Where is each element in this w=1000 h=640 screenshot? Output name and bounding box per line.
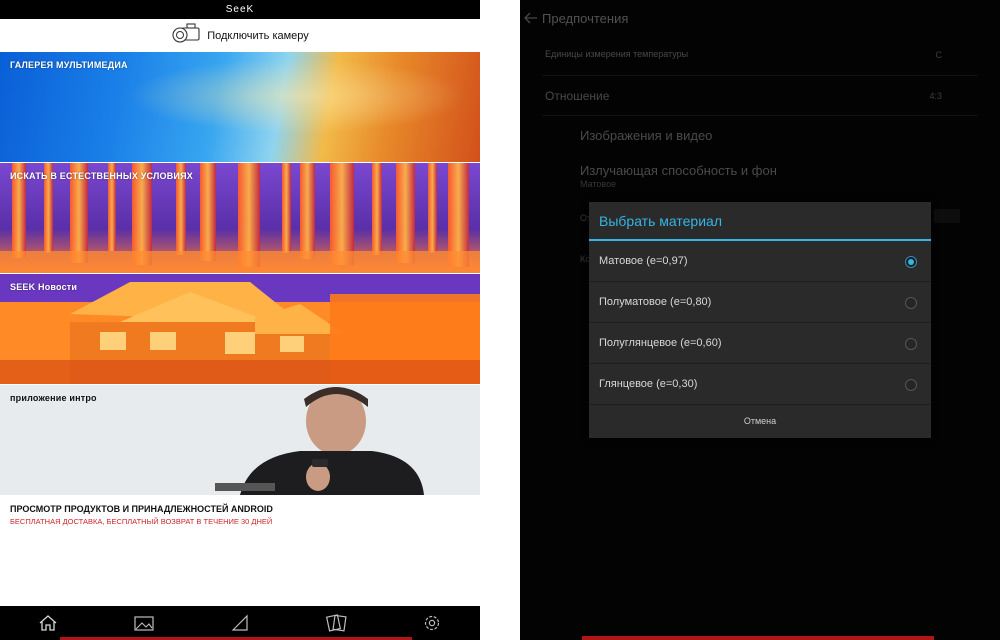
- gallery-icon: [134, 616, 154, 631]
- tile-seek-news[interactable]: SEEK Новости: [0, 274, 480, 384]
- seek-app-home-screen: SeeK Подключить камеру ГАЛЕРЕЯ МУЛЬТИМЕД…: [0, 0, 480, 640]
- option-label: Глянцевое (е=0,30): [599, 378, 698, 390]
- option-label: Матовое (е=0,97): [599, 255, 688, 267]
- tile-label: приложение интро: [10, 393, 97, 403]
- tile-outdoor-search[interactable]: ИСКАТЬ В ЕСТЕСТВЕННЫХ УСЛОВИЯХ: [0, 163, 480, 273]
- products-promo-banner[interactable]: ПРОСМОТР ПРОДУКТОВ И ПРИНАДЛЕЖНОСТЕЙ AND…: [0, 495, 480, 606]
- thermal-camera-icon: [171, 22, 201, 49]
- radio-selected-icon[interactable]: [905, 256, 917, 268]
- tile-media-gallery[interactable]: ГАЛЕРЕЯ МУЛЬТИМЕДИА: [0, 52, 480, 162]
- connect-camera-button[interactable]: Подключить камеру: [0, 19, 480, 52]
- radio-icon[interactable]: [905, 297, 917, 309]
- radio-icon[interactable]: [905, 338, 917, 350]
- nav-settings-button[interactable]: [412, 608, 452, 638]
- material-option-matte[interactable]: Матовое (е=0,97): [589, 241, 931, 282]
- material-option-semi-gloss[interactable]: Полуглянцевое (е=0,60): [589, 323, 931, 364]
- tile-app-intro-video[interactable]: приложение интро: [0, 385, 480, 495]
- bottom-navigation: [0, 606, 480, 640]
- ruler-icon: [231, 614, 248, 631]
- promo-subtitle: БЕСПЛАТНАЯ ДОСТАВКА, БЕСПЛАТНЫЙ ВОЗВРАТ …: [10, 517, 273, 526]
- cards-icon: [325, 614, 347, 632]
- option-label: Полуглянцевое (е=0,60): [599, 337, 722, 349]
- brand-logo: SeeK: [225, 4, 255, 15]
- connect-camera-label: Подключить камеру: [207, 29, 309, 42]
- material-option-gloss[interactable]: Глянцевое (е=0,30): [589, 364, 931, 405]
- tile-label: SEEK Новости: [10, 282, 78, 292]
- home-icon: [39, 615, 57, 631]
- promo-title: ПРОСМОТР ПРОДУКТОВ И ПРИНАДЛЕЖНОСТЕЙ AND…: [10, 504, 273, 514]
- gear-icon: [424, 615, 440, 631]
- nav-accent-bar: [582, 636, 934, 640]
- tile-label: ИСКАТЬ В ЕСТЕСТВЕННЫХ УСЛОВИЯХ: [10, 171, 193, 181]
- dialog-title: Выбрать материал: [589, 202, 931, 241]
- option-label: Полуматовое (е=0,80): [599, 296, 712, 308]
- preferences-screen: Предпочтения Единицы измерения температу…: [520, 0, 1000, 640]
- radio-icon[interactable]: [905, 379, 917, 391]
- cancel-button[interactable]: Отмена: [589, 405, 931, 438]
- nav-gallery-button[interactable]: [124, 608, 164, 638]
- nav-home-button[interactable]: [28, 608, 68, 638]
- tile-label: ГАЛЕРЕЯ МУЛЬТИМЕДИА: [10, 60, 128, 70]
- material-picker-dialog: Выбрать материал Матовое (е=0,97) Полума…: [589, 202, 931, 438]
- material-option-semi-matte[interactable]: Полуматовое (е=0,80): [589, 282, 931, 323]
- nav-cards-button[interactable]: [316, 608, 356, 638]
- status-bar: SeeK: [0, 0, 480, 19]
- nav-measure-button[interactable]: [220, 608, 260, 638]
